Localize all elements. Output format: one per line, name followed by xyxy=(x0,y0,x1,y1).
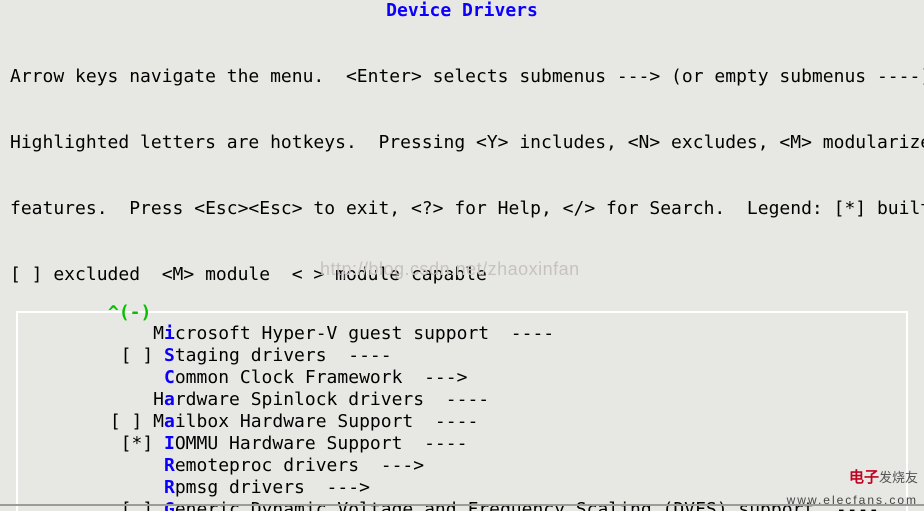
menu-item-label: Common Clock Framework ---> xyxy=(164,367,467,389)
menu-item-text: crosoft Hyper-V guest support ---- xyxy=(175,323,554,344)
menu-item-mark: M xyxy=(18,323,164,345)
menu-item-label: Remoteproc drivers ---> xyxy=(164,455,424,477)
menu-item-label: ailbox Hardware Support ---- xyxy=(164,411,478,433)
logo-url: www.elecfans.com xyxy=(787,489,918,511)
menu-item-mark: [ ] xyxy=(18,345,164,367)
hotkey-letter: I xyxy=(164,433,175,454)
menu-item-label: Rpmsg drivers ---> xyxy=(164,477,370,499)
logo-suffix: 发烧友 xyxy=(879,470,918,485)
help-line: features. Press <Esc><Esc> to exit, <?> … xyxy=(10,198,914,220)
hotkey-letter: a xyxy=(164,389,175,410)
menu-item-text: OMMU Hardware Support ---- xyxy=(175,433,468,454)
menu-frame: ^(-) Microsoft Hyper-V guest support ---… xyxy=(16,311,908,511)
menu-item-text: ommon Clock Framework ---> xyxy=(175,367,468,388)
menu-item-label: ardware Spinlock drivers ---- xyxy=(164,389,489,411)
page-title: Device Drivers xyxy=(0,0,924,22)
menu-item-mark: [*] xyxy=(18,433,164,455)
hotkey-letter: a xyxy=(164,411,175,432)
menu-item-mark xyxy=(18,367,164,389)
menu-item-mark xyxy=(18,455,164,477)
menu-item-mark: [ ] M xyxy=(18,411,164,433)
menu-item-text: emoteproc drivers ---> xyxy=(175,455,424,476)
menu-item-text: taging drivers ---- xyxy=(175,345,392,366)
help-text: Arrow keys navigate the menu. <Enter> se… xyxy=(0,22,924,308)
scroll-up-indicator[interactable]: ^(-) xyxy=(108,302,151,324)
menu-item-mark xyxy=(18,477,164,499)
hotkey-letter: i xyxy=(164,323,175,344)
menu-mailbox[interactable]: [ ] Mailbox Hardware Support ---- xyxy=(18,411,906,433)
hotkey-letter: C xyxy=(164,367,175,388)
menu-iommu[interactable]: [*] IOMMU Hardware Support ---- xyxy=(18,433,906,455)
menu-remoteproc[interactable]: Remoteproc drivers ---> xyxy=(18,455,906,477)
menu-hw-spinlock[interactable]: Hardware Spinlock drivers ---- xyxy=(18,389,906,411)
menu-item-label: icrosoft Hyper-V guest support ---- xyxy=(164,323,554,345)
menu-hyperv-guest[interactable]: Microsoft Hyper-V guest support ---- xyxy=(18,323,906,345)
logo-prefix: 电子 xyxy=(849,469,879,486)
hotkey-letter: S xyxy=(164,345,175,366)
help-line: Arrow keys navigate the menu. <Enter> se… xyxy=(10,66,914,88)
menu-item-text: ilbox Hardware Support ---- xyxy=(175,411,478,432)
menu-rpmsg[interactable]: Rpmsg drivers ---> xyxy=(18,477,906,499)
site-logo: 电子发烧友 www.elecfans.com xyxy=(787,467,918,511)
hotkey-letter: R xyxy=(164,455,175,476)
help-line: [ ] excluded <M> module < > module capab… xyxy=(10,264,914,286)
help-line: Highlighted letters are hotkeys. Pressin… xyxy=(10,132,914,154)
menu-list: Microsoft Hyper-V guest support ----[ ] … xyxy=(18,323,906,511)
divider xyxy=(0,504,924,506)
menu-staging-drivers[interactable]: [ ] Staging drivers ---- xyxy=(18,345,906,367)
menu-item-label: IOMMU Hardware Support ---- xyxy=(164,433,467,455)
menu-item-mark: H xyxy=(18,389,164,411)
menu-common-clock[interactable]: Common Clock Framework ---> xyxy=(18,367,906,389)
menu-item-label: Staging drivers ---- xyxy=(164,345,392,367)
menu-item-text: pmsg drivers ---> xyxy=(175,477,370,498)
hotkey-letter: R xyxy=(164,477,175,498)
menu-item-text: rdware Spinlock drivers ---- xyxy=(175,389,489,410)
